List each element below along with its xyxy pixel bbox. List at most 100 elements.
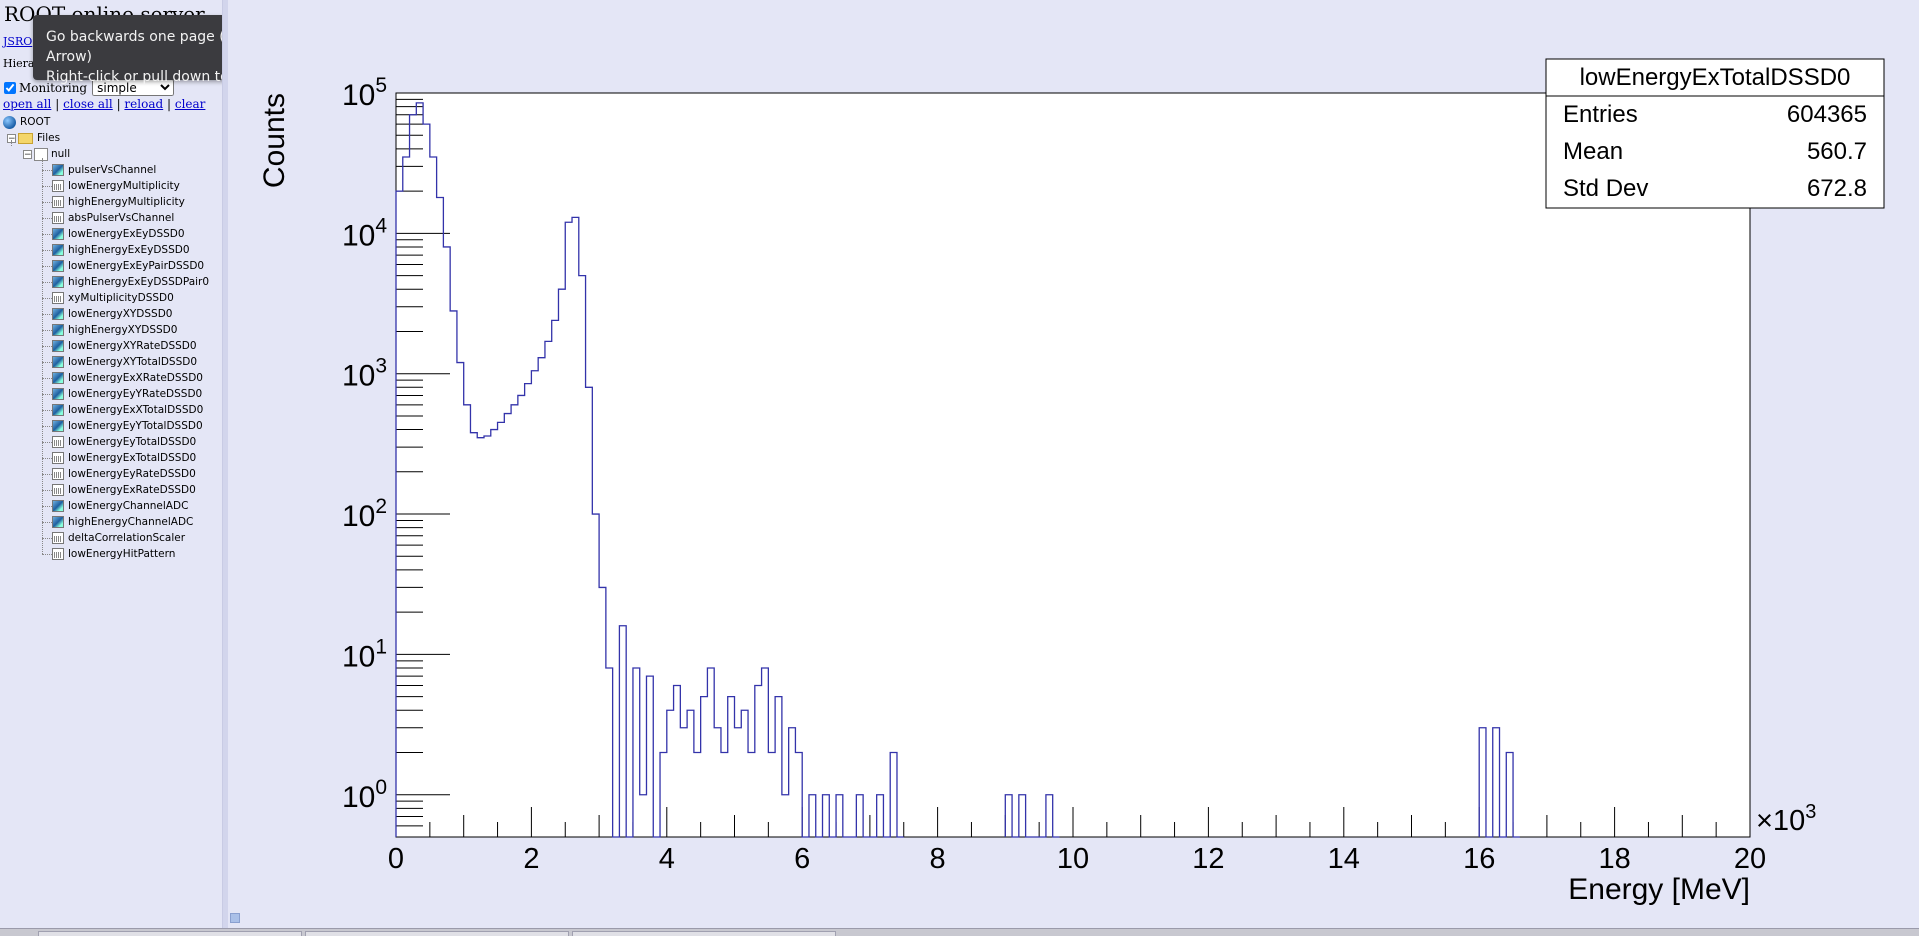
tree-item[interactable]: lowEnergyMultiplicity (52, 178, 180, 194)
th2-histogram-icon (52, 276, 64, 288)
tree-item[interactable]: deltaCorrelationScaler (52, 530, 185, 546)
th2-histogram-icon (52, 500, 64, 512)
tree-guide (42, 394, 52, 395)
bottom-tab-2[interactable] (305, 931, 569, 936)
th2-histogram-icon (52, 324, 64, 336)
x-tick-label: 12 (1192, 843, 1224, 875)
th1-histogram-icon (52, 212, 64, 224)
tree-item[interactable]: lowEnergyExEyPairDSSD0 (52, 258, 204, 274)
tree-guide (42, 362, 52, 363)
tree-item[interactable]: lowEnergyXYTotalDSSD0 (52, 354, 197, 370)
tree-item[interactable]: pulserVsChannel (52, 162, 156, 178)
th2-histogram-icon (52, 404, 64, 416)
tree-item-label: deltaCorrelationScaler (68, 532, 186, 544)
monitoring-checkbox[interactable] (4, 81, 16, 94)
tree-guide (42, 170, 52, 171)
y-tick-label: 105 (342, 74, 387, 112)
tree-item[interactable]: absPulserVsChannel (52, 210, 174, 226)
tree-guide (42, 554, 52, 555)
tree-guide (42, 474, 52, 475)
y-tick-label: 101 (342, 635, 387, 673)
x-tick-label: 10 (1057, 843, 1089, 875)
tree-item-label: lowEnergyExXTotalDSSD0 (68, 404, 204, 416)
tree-item-label: lowEnergyExRateDSSD0 (68, 484, 196, 496)
tree-item[interactable]: lowEnergyEyRateDSSD0 (52, 466, 196, 482)
tree-item-label: highEnergyExEyDSSDPair0 (68, 276, 210, 288)
tree-item-label: lowEnergyExTotalDSSD0 (68, 452, 197, 464)
x-tick-label: 2 (523, 843, 539, 875)
tree-item-label: highEnergyExEyDSSD0 (68, 244, 190, 256)
stats-mean-value: 560.7 (1807, 138, 1867, 165)
tree-guide (42, 250, 52, 251)
bottom-tab-1[interactable] (38, 931, 302, 936)
th2-histogram-icon (52, 340, 64, 352)
tree-item[interactable]: xyMultiplicityDSSD0 (52, 290, 174, 306)
tree-guide (42, 186, 52, 187)
tree-item[interactable]: highEnergyExEyDSSDPair0 (52, 274, 209, 290)
x-tick-label: 20 (1734, 843, 1766, 875)
th2-histogram-icon (52, 356, 64, 368)
tree-root-label: ROOT (20, 116, 51, 128)
tree-file-null[interactable]: − null (23, 146, 70, 162)
tree-root[interactable]: ROOT (3, 114, 50, 130)
tree-item[interactable]: lowEnergyExRateDSSD0 (52, 482, 196, 498)
tree-item-label: pulserVsChannel (68, 164, 157, 176)
collapse-toggle-icon[interactable]: − (23, 149, 32, 159)
tree-item[interactable]: lowEnergyExTotalDSSD0 (52, 450, 196, 466)
tree-item[interactable]: lowEnergyExXRateDSSD0 (52, 370, 203, 386)
jsroot-link[interactable]: JSRO (3, 35, 32, 48)
x-tick-label: 8 (930, 843, 946, 875)
tree-item[interactable]: highEnergyMultiplicity (52, 194, 185, 210)
stats-stddev-value: 672.8 (1807, 175, 1867, 202)
tree-guide (42, 378, 52, 379)
resize-handle[interactable] (230, 913, 240, 923)
th1-histogram-icon (52, 180, 64, 192)
tree-files[interactable]: − Files (7, 130, 60, 146)
tree-item-label: lowEnergyEyTotalDSSD0 (68, 436, 197, 448)
tree-guide (42, 314, 52, 315)
tree-item-label: highEnergyMultiplicity (68, 196, 185, 208)
tree-item-label: lowEnergyExEyDSSD0 (68, 228, 185, 240)
y-tick-label: 100 (342, 776, 387, 814)
tree-item-label: lowEnergyEyYRateDSSD0 (68, 388, 203, 400)
bottom-tab-3[interactable] (572, 931, 836, 936)
browser-panel: ROOT online server JSRO Hierar Monitorin… (0, 0, 323, 928)
tree-item[interactable]: lowEnergyEyYTotalDSSD0 (52, 418, 203, 434)
tree-item[interactable]: lowEnergyXYDSSD0 (52, 306, 172, 322)
tree-guide (42, 426, 52, 427)
tree-item[interactable]: lowEnergyEyYRateDSSD0 (52, 386, 202, 402)
x-tick-label: 14 (1328, 843, 1360, 875)
x-tick-label: 4 (659, 843, 675, 875)
tree-item[interactable]: highEnergyExEyDSSD0 (52, 242, 190, 258)
th1-histogram-icon (52, 548, 64, 560)
tree-item-label: highEnergyXYDSSD0 (68, 324, 178, 336)
th2-histogram-icon (52, 228, 64, 240)
th2-histogram-icon (52, 516, 64, 528)
tree-item[interactable]: lowEnergyExEyDSSD0 (52, 226, 185, 242)
tree-item-label: lowEnergyEyYTotalDSSD0 (68, 420, 203, 432)
th2-histogram-icon (52, 244, 64, 256)
tree-guide (42, 410, 52, 411)
reload-link[interactable]: reload (124, 97, 163, 111)
tree-item[interactable]: lowEnergyEyTotalDSSD0 (52, 434, 196, 450)
tree-item[interactable]: lowEnergyXYRateDSSD0 (52, 338, 197, 354)
tree-file-label: null (51, 148, 71, 160)
histogram-canvas[interactable]: 0 2 4 6 8 10 12 14 16 18 20 100 101 102 103 104 105 Energ… (228, 0, 1919, 928)
close-all-link[interactable]: close all (63, 97, 113, 111)
tree-guide (42, 458, 52, 459)
tree-item[interactable]: lowEnergyExXTotalDSSD0 (52, 402, 203, 418)
tree-item[interactable]: highEnergyXYDSSD0 (52, 322, 177, 338)
tree-guide (42, 298, 52, 299)
open-all-link[interactable]: open all (3, 97, 51, 111)
tree-item[interactable]: lowEnergyChannelADC (52, 498, 188, 514)
tree-item[interactable]: highEnergyChannelADC (52, 514, 193, 530)
tree-guide (11, 140, 12, 146)
tree-item[interactable]: lowEnergyHitPattern (52, 546, 175, 562)
stats-mean-label: Mean (1563, 138, 1623, 165)
clear-link[interactable]: clear (175, 97, 206, 111)
th1-histogram-icon (52, 436, 64, 448)
tree-files-label: Files (37, 132, 61, 144)
th2-histogram-icon (52, 420, 64, 432)
th1-histogram-icon (52, 292, 64, 304)
x-tick-label: 16 (1463, 843, 1495, 875)
